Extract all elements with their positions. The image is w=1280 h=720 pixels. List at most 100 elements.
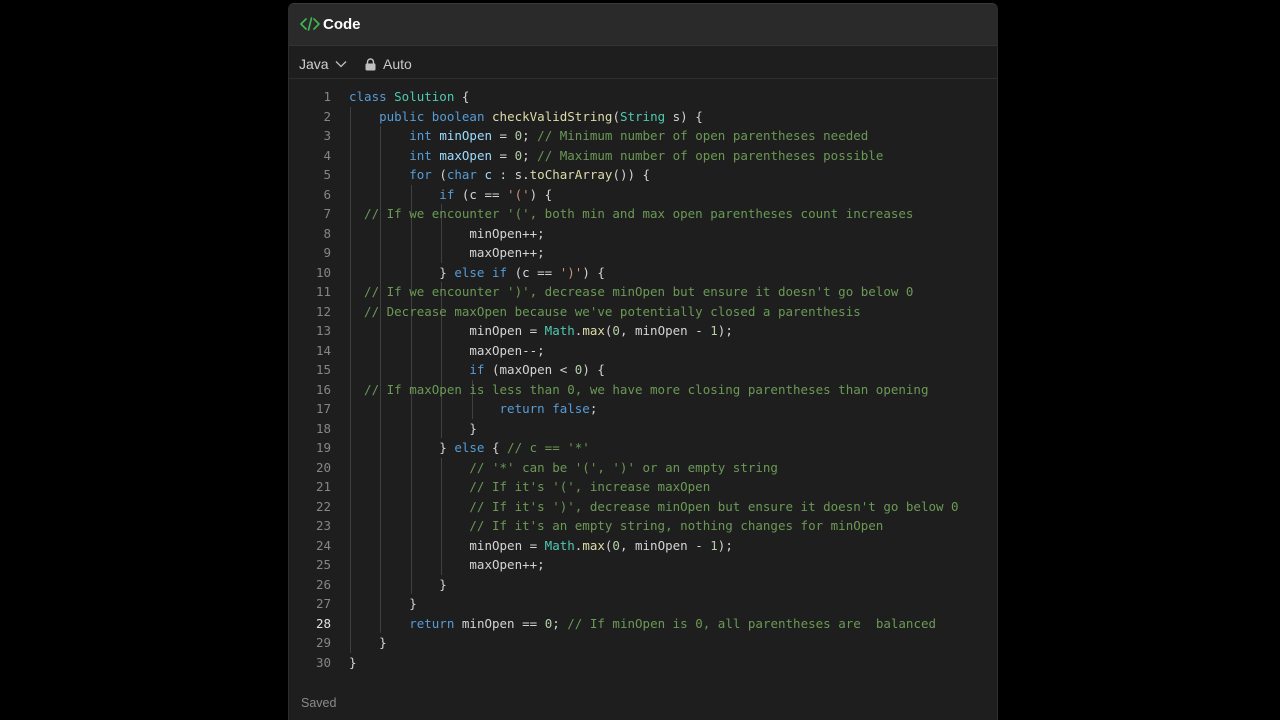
line-number: 9 — [323, 245, 331, 260]
line-number: 10 — [315, 264, 331, 280]
code-token: // Minimum number of open parentheses ne… — [537, 128, 869, 143]
code-token: ; — [589, 401, 598, 416]
code-token: // Decrease maxOpen because we've potent… — [349, 303, 861, 319]
code-token: ) { — [582, 362, 605, 377]
code-text: if (maxOpen < 0) { — [349, 360, 605, 380]
code-text: minOpen = Math.max(0, minOpen - 1); — [349, 321, 732, 341]
code-token: max — [582, 323, 605, 338]
code-text: minOpen = Math.max(0, minOpen - 1); — [349, 536, 733, 556]
line-number: 12 — [315, 303, 331, 319]
line-number: 3 — [323, 128, 331, 143]
code-token: // If we encounter '(', both min and max… — [349, 206, 914, 221]
code-line: 15 if (maxOpen < 0) { — [289, 360, 997, 380]
code-text: } — [349, 419, 477, 439]
code-token: minOpen++; — [349, 225, 545, 241]
code-text: int maxOpen = 0; // Maximum number of op… — [349, 146, 883, 166]
line-number: 7 — [323, 206, 331, 221]
code-token: // If it's an empty string, nothing chan… — [349, 518, 884, 533]
code-token: 1 — [710, 323, 718, 338]
code-token: ( — [612, 108, 620, 124]
code-token: } — [349, 440, 455, 455]
code-line: 6 if (c == '(') { — [289, 185, 997, 205]
code-line: 3 int minOpen = 0; // Minimum number of … — [289, 126, 997, 146]
code-token: , minOpen - — [619, 537, 711, 553]
code-token: ; — [552, 615, 568, 631]
code-line: 13 minOpen = Math.max(0, minOpen - 1); — [289, 321, 997, 341]
code-text: public boolean checkValidString(String s… — [349, 107, 703, 127]
line-number: 8 — [323, 225, 331, 241]
code-token: = — [492, 128, 515, 143]
code-text: } — [349, 653, 357, 673]
code-token: // Maximum number of open parentheses po… — [537, 147, 884, 163]
code-line: 10 } else if (c == ')') { — [289, 263, 997, 283]
language-label: Java — [299, 56, 329, 72]
line-number: 30 — [315, 654, 331, 670]
code-token: toCharArray — [529, 167, 613, 182]
code-token: return — [349, 615, 462, 631]
code-token: Solution — [394, 89, 455, 104]
editor-toolbar: Java Auto — [289, 47, 997, 79]
code-token: public — [349, 108, 432, 124]
code-text: // If maxOpen is less than 0, we have mo… — [349, 380, 928, 400]
line-number: 23 — [315, 518, 331, 533]
auto-mode-indicator: Auto — [365, 54, 412, 74]
line-number: 18 — [315, 420, 331, 436]
line-number: 13 — [315, 323, 331, 338]
code-token: boolean — [431, 108, 493, 124]
code-token: maxOpen — [439, 147, 492, 163]
code-token: , minOpen - — [619, 323, 711, 338]
code-token: 1 — [710, 537, 718, 553]
code-token: ); — [717, 537, 733, 553]
chevron-down-icon — [335, 61, 347, 68]
code-token: char — [446, 167, 485, 182]
code-text: // If it's '(', increase maxOpen — [349, 477, 710, 497]
code-token: if — [349, 362, 492, 377]
code-token: 0 — [612, 323, 620, 338]
code-token: } — [349, 576, 447, 592]
code-token: { — [454, 89, 470, 104]
code-text: maxOpen--; — [349, 341, 545, 361]
language-select[interactable]: Java — [299, 54, 347, 74]
code-line: 30} — [289, 653, 997, 673]
lock-icon — [365, 57, 376, 70]
code-token: ; — [522, 147, 538, 163]
code-token: (c == — [461, 186, 508, 202]
code-text: // If it's ')', decrease minOpen but ens… — [349, 497, 958, 517]
code-token: } — [349, 654, 357, 670]
code-token: maxOpen--; — [349, 342, 545, 358]
code-token: int — [349, 128, 440, 143]
code-text: class Solution { — [349, 87, 469, 107]
code-token: } — [349, 264, 455, 280]
code-line: 9 maxOpen++; — [289, 243, 997, 263]
code-line: 2 public boolean checkValidString(String… — [289, 107, 997, 127]
code-token: checkValidString — [492, 108, 613, 124]
code-text: maxOpen++; — [349, 243, 545, 263]
code-token: ; — [522, 128, 538, 143]
code-token: } — [349, 596, 417, 611]
line-number: 2 — [323, 108, 331, 124]
line-number: 14 — [315, 342, 331, 358]
code-line: 17 return false; — [289, 399, 997, 419]
panel-header: Code — [289, 4, 997, 46]
code-text: } else if (c == ')') { — [349, 263, 605, 283]
code-token: } — [349, 420, 477, 436]
line-number: 19 — [315, 440, 331, 455]
code-editor[interactable]: 1 class Solution {2 public boolean checkV… — [289, 87, 997, 682]
code-token: = — [492, 147, 515, 163]
code-line: 22 // If it's ')', decrease minOpen but … — [289, 497, 997, 517]
code-token: } — [349, 635, 387, 650]
code-token: max — [582, 537, 605, 553]
code-token: ) { — [582, 264, 605, 280]
code-token: ()) { — [612, 167, 651, 182]
code-token: maxOpen++; — [349, 245, 545, 260]
code-token: // If it's '(', increase maxOpen — [349, 479, 711, 494]
line-number: 11 — [315, 284, 331, 299]
code-token: // If we encounter ')', decrease minOpen… — [349, 284, 914, 299]
code-line: 7 // If we encounter '(', both min and m… — [289, 204, 997, 224]
line-number: 28 — [315, 615, 331, 631]
code-token: minOpen — [439, 128, 492, 143]
code-line: 1 class Solution { — [289, 87, 997, 107]
code-text: if (c == '(') { — [349, 185, 552, 205]
code-text: // If it's an empty string, nothing chan… — [349, 516, 883, 536]
code-token: if — [349, 186, 462, 202]
